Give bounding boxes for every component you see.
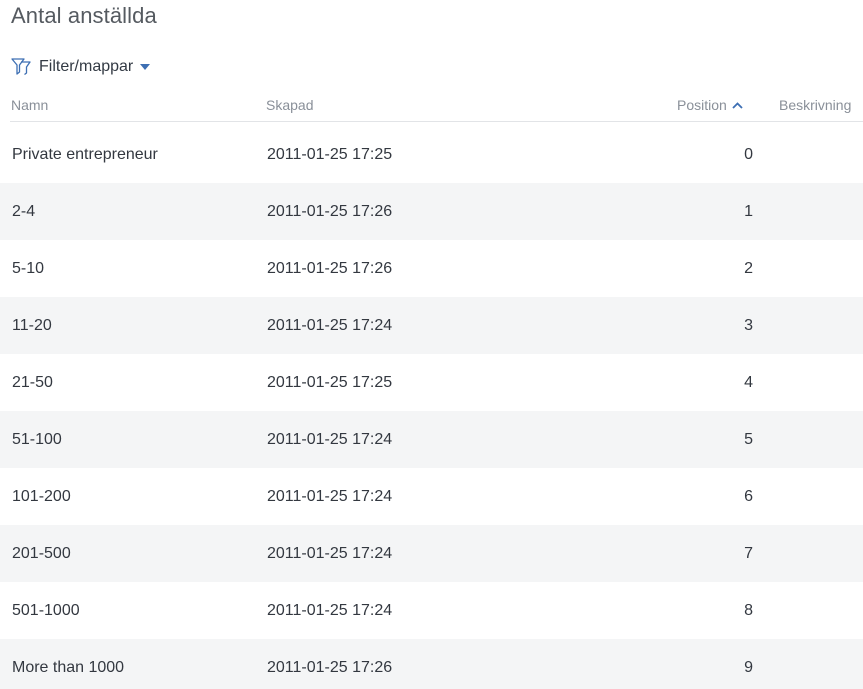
column-header-description[interactable]: Beskrivning xyxy=(779,96,851,114)
cell-position: 6 xyxy=(744,488,753,505)
cell-name: 21-50 xyxy=(12,374,53,391)
chevron-down-icon xyxy=(140,64,151,70)
table-header: Namn Skapad Position Beskrivning xyxy=(0,90,863,122)
cell-position: 2 xyxy=(744,260,753,277)
cell-position: 0 xyxy=(744,146,753,163)
cell-name: 501-1000 xyxy=(12,602,80,619)
cell-position: 3 xyxy=(744,317,753,334)
cell-created: 2011-01-25 17:25 xyxy=(267,374,393,391)
page: Antal anställda Filter/mappar Namn Skapa… xyxy=(0,0,863,689)
cell-position: 7 xyxy=(744,545,753,562)
cell-name: 101-200 xyxy=(12,488,71,505)
filter-folders-label: Filter/mappar xyxy=(39,58,134,75)
table-row[interactable]: 11-20 2011-01-25 17:24 3 xyxy=(0,297,863,354)
table-row[interactable]: 2-4 2011-01-25 17:26 1 xyxy=(0,183,863,240)
cell-created: 2011-01-25 17:24 xyxy=(267,431,393,448)
cell-created: 2011-01-25 17:26 xyxy=(267,203,393,220)
table-row[interactable]: 5-10 2011-01-25 17:26 2 xyxy=(0,240,863,297)
cell-position: 9 xyxy=(744,659,753,676)
cell-name: 11-20 xyxy=(12,317,52,334)
cell-position: 8 xyxy=(744,602,753,619)
cell-name: Private entrepreneur xyxy=(12,146,158,163)
table-row[interactable]: 501-1000 2011-01-25 17:24 8 xyxy=(0,582,863,639)
cell-created: 2011-01-25 17:24 xyxy=(267,488,393,505)
cell-created: 2011-01-25 17:26 xyxy=(267,260,393,277)
cell-name: 51-100 xyxy=(12,431,62,448)
cell-name: 2-4 xyxy=(12,203,36,220)
cell-name: More than 1000 xyxy=(12,659,125,676)
cell-name: 5-10 xyxy=(12,260,45,277)
filter-folders-dropdown[interactable]: Filter/mappar xyxy=(10,55,151,79)
table-row[interactable]: 51-100 2011-01-25 17:24 5 xyxy=(0,411,863,468)
table-row[interactable]: 101-200 2011-01-25 17:24 6 xyxy=(0,468,863,525)
table-body: Private entrepreneur 2011-01-25 17:25 0 … xyxy=(0,126,863,689)
page-title: Antal anställda xyxy=(11,3,157,28)
table-row[interactable]: Private entrepreneur 2011-01-25 17:25 0 xyxy=(0,126,863,183)
cell-created: 2011-01-25 17:24 xyxy=(267,602,393,619)
cell-position: 5 xyxy=(744,431,753,448)
column-header-name[interactable]: Namn xyxy=(11,96,48,114)
column-header-position-label: Position xyxy=(677,97,727,113)
table-row[interactable]: 21-50 2011-01-25 17:25 4 xyxy=(0,354,863,411)
table-row[interactable]: 201-500 2011-01-25 17:24 7 xyxy=(0,525,863,582)
cell-position: 4 xyxy=(744,374,753,391)
cell-position: 1 xyxy=(744,203,753,220)
table-row[interactable]: More than 1000 2011-01-25 17:26 9 xyxy=(0,639,863,689)
column-header-created[interactable]: Skapad xyxy=(266,96,313,114)
sort-ascending-icon xyxy=(732,101,743,109)
cell-created: 2011-01-25 17:25 xyxy=(267,146,393,163)
column-header-position[interactable]: Position xyxy=(677,96,743,114)
filter-funnel-icon xyxy=(11,58,31,76)
cell-created: 2011-01-25 17:24 xyxy=(267,545,393,562)
header-divider xyxy=(10,121,863,122)
cell-name: 201-500 xyxy=(12,545,71,562)
cell-created: 2011-01-25 17:26 xyxy=(267,659,393,676)
cell-created: 2011-01-25 17:24 xyxy=(267,317,393,334)
